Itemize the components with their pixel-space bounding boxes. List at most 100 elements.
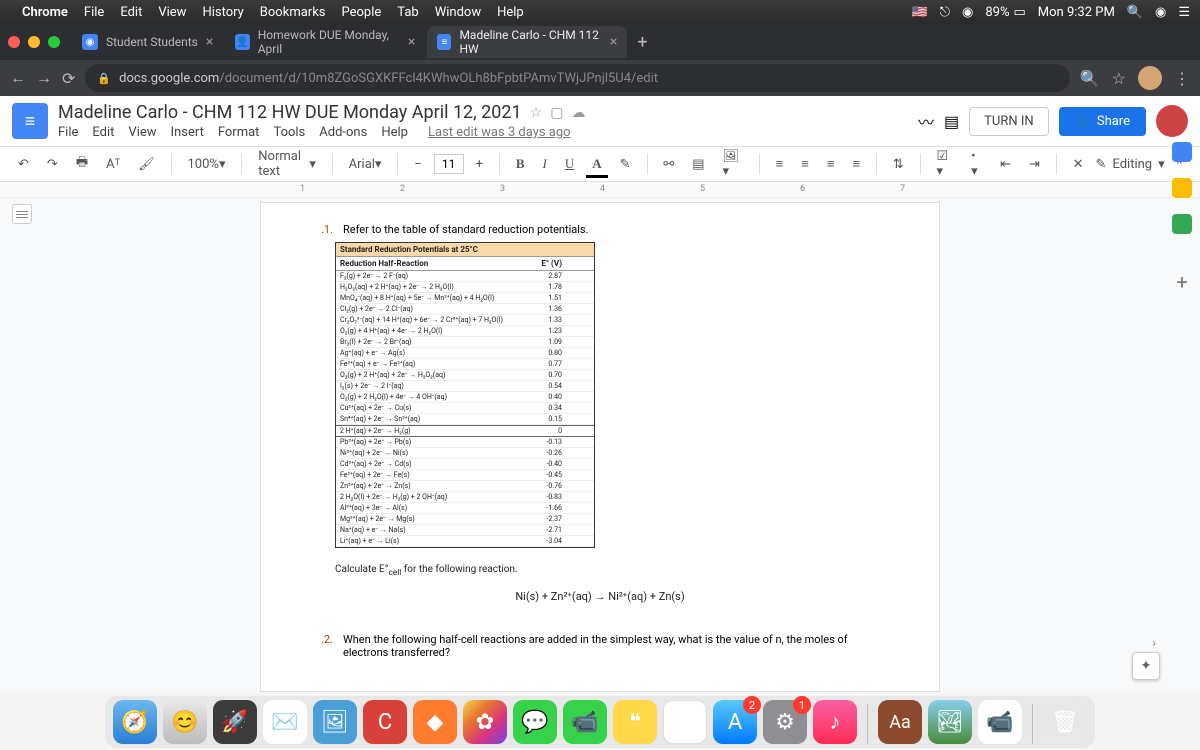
ccleaner-icon[interactable]: C <box>363 700 407 744</box>
browser-tab[interactable]: 👤 Homework DUE Monday, April × <box>225 26 425 58</box>
mail-icon[interactable]: ✉️ <box>263 700 307 744</box>
close-tab-icon[interactable]: × <box>610 34 617 50</box>
clear-formatting-button[interactable]: ✕ <box>1067 153 1090 176</box>
launchpad-icon[interactable]: 🚀 <box>213 700 257 744</box>
chrome-icon[interactable]: ◯ <box>663 700 707 744</box>
font-size-input[interactable] <box>434 154 464 174</box>
appstore-icon[interactable]: A2 <box>713 700 757 744</box>
spellcheck-button[interactable]: Aᵀ <box>100 152 126 176</box>
text-color-button[interactable]: A <box>586 152 607 176</box>
cloud-icon[interactable]: ☁ <box>571 105 585 121</box>
docs-menu-view[interactable]: View <box>128 125 156 140</box>
photos-icon[interactable]: ✿ <box>463 700 507 744</box>
control-center-icon[interactable]: ◉ <box>1155 5 1166 20</box>
indent-decrease-button[interactable]: ⇤ <box>994 153 1017 176</box>
reload-button[interactable]: ⟳ <box>62 69 75 88</box>
close-tab-icon[interactable]: × <box>408 34 415 50</box>
ruler[interactable]: 1 2 3 4 5 6 7 <box>0 182 1200 198</box>
preview-icon[interactable]: 🖼 <box>313 700 357 744</box>
messages-icon[interactable]: 💬 <box>513 700 557 744</box>
docs-menu-help[interactable]: Help <box>381 125 408 140</box>
calendar-icon[interactable] <box>1172 142 1192 162</box>
comments-icon[interactable]: ▤ <box>944 112 959 131</box>
menu-help[interactable]: Help <box>497 5 524 20</box>
docs-menu-tools[interactable]: Tools <box>273 125 305 140</box>
camera-app-icon[interactable]: 📹 <box>978 700 1022 744</box>
tasks-icon[interactable] <box>1172 214 1192 234</box>
browser-tab[interactable]: ◉ Student Students × <box>72 26 223 58</box>
insert-image-button[interactable]: 🖼 ▾ <box>717 145 749 183</box>
last-edit-link[interactable]: Last edit was 3 days ago <box>428 125 571 140</box>
menu-view[interactable]: View <box>158 5 186 20</box>
photo-file-icon[interactable]: 🏞 <box>928 700 972 744</box>
facetime-icon[interactable]: 📹 <box>563 700 607 744</box>
font-size-increase[interactable]: + <box>470 153 489 176</box>
menu-history[interactable]: History <box>202 5 243 20</box>
line-spacing-button[interactable]: ⇅ <box>887 153 910 176</box>
new-tab-button[interactable]: + <box>637 32 647 53</box>
align-justify-button[interactable]: ≡ <box>846 152 866 176</box>
docs-logo-icon[interactable]: ≡ <box>12 103 48 139</box>
finder-icon[interactable]: 😊 <box>163 700 207 744</box>
highlight-button[interactable]: ✎ <box>614 153 637 176</box>
clock[interactable]: Mon 9:32 PM <box>1038 5 1115 20</box>
menu-window[interactable]: Window <box>435 5 481 20</box>
print-button[interactable]: 🖶 <box>70 149 94 179</box>
docs-menu-file[interactable]: File <box>58 125 78 140</box>
kebab-menu-icon[interactable]: ⋮ <box>1174 69 1190 88</box>
dictionary-icon[interactable]: Aa <box>878 700 922 744</box>
search-icon[interactable]: 🔍 <box>1080 69 1100 88</box>
bold-button[interactable]: B <box>510 152 531 176</box>
activity-icon[interactable]: 〰 <box>918 109 934 133</box>
menu-file[interactable]: File <box>84 5 104 20</box>
outline-toggle-button[interactable] <box>12 204 32 224</box>
docs-menu-format[interactable]: Format <box>218 125 260 140</box>
browser-tab-active[interactable]: ≡ Madeline Carlo - CHM 112 HW × <box>427 26 627 58</box>
battery-status[interactable]: 89% ▭ <box>985 5 1025 20</box>
back-button[interactable]: ← <box>10 68 26 88</box>
settings-icon[interactable]: ⚙1 <box>763 700 807 744</box>
trash-icon[interactable]: 🗑 <box>1043 700 1087 744</box>
star-icon[interactable]: ☆ <box>530 105 543 121</box>
menu-people[interactable]: People <box>342 5 382 20</box>
align-right-button[interactable]: ≡ <box>821 152 841 176</box>
underline-button[interactable]: U <box>559 152 580 176</box>
redo-button[interactable]: ↷ <box>41 153 64 176</box>
menu-edit[interactable]: Edit <box>120 5 142 20</box>
profile-avatar[interactable] <box>1138 66 1162 90</box>
app-icon[interactable]: ◆ <box>413 700 457 744</box>
share-button[interactable]: 👤 Share <box>1059 107 1146 136</box>
minimize-window-button[interactable] <box>28 36 40 48</box>
wifi-icon[interactable]: ◉ <box>962 5 973 20</box>
add-addon-button[interactable]: + <box>1176 270 1187 294</box>
explore-button[interactable]: ✦ <box>1132 652 1160 680</box>
align-center-button[interactable]: ≡ <box>795 152 815 176</box>
document-canvas[interactable]: .1. Refer to the table of standard reduc… <box>0 198 1200 692</box>
menu-bookmarks[interactable]: Bookmarks <box>260 5 326 20</box>
insert-comment-button[interactable]: ▤ <box>686 153 710 176</box>
notes-icon[interactable]: ❝ <box>613 700 657 744</box>
document-page[interactable]: .1. Refer to the table of standard reduc… <box>260 202 940 692</box>
safari-icon[interactable]: 🧭 <box>113 700 157 744</box>
font-size-decrease[interactable]: − <box>408 153 427 176</box>
docs-menu-addons[interactable]: Add-ons <box>319 125 367 140</box>
insert-link-button[interactable]: ⚯ <box>657 153 680 176</box>
move-icon[interactable]: ▢ <box>550 105 563 121</box>
bookmark-star-icon[interactable]: ☆ <box>1112 69 1126 88</box>
forward-button[interactable]: → <box>36 68 52 88</box>
font-select[interactable]: Arial ▾ <box>343 153 388 176</box>
italic-button[interactable]: I <box>537 152 553 176</box>
editing-mode-select[interactable]: ✎ Editing ▾ <box>1096 157 1165 172</box>
music-icon[interactable]: ♪ <box>813 700 857 744</box>
spotlight-icon[interactable]: 🔍 <box>1127 5 1143 20</box>
close-tab-icon[interactable]: × <box>206 34 213 50</box>
bluetooth-icon[interactable]: ⎋ <box>940 5 950 20</box>
bulleted-list-button[interactable]: • ▾ <box>965 145 988 183</box>
docs-menu-insert[interactable]: Insert <box>171 125 204 140</box>
document-title[interactable]: Madeline Carlo - CHM 112 HW DUE Monday A… <box>58 102 522 123</box>
align-left-button[interactable]: ≡ <box>770 152 790 176</box>
keep-icon[interactable] <box>1172 178 1192 198</box>
undo-button[interactable]: ↶ <box>12 153 35 176</box>
turn-in-button[interactable]: TURN IN <box>969 107 1049 136</box>
checklist-button[interactable]: ☑ ▾ <box>931 145 960 183</box>
